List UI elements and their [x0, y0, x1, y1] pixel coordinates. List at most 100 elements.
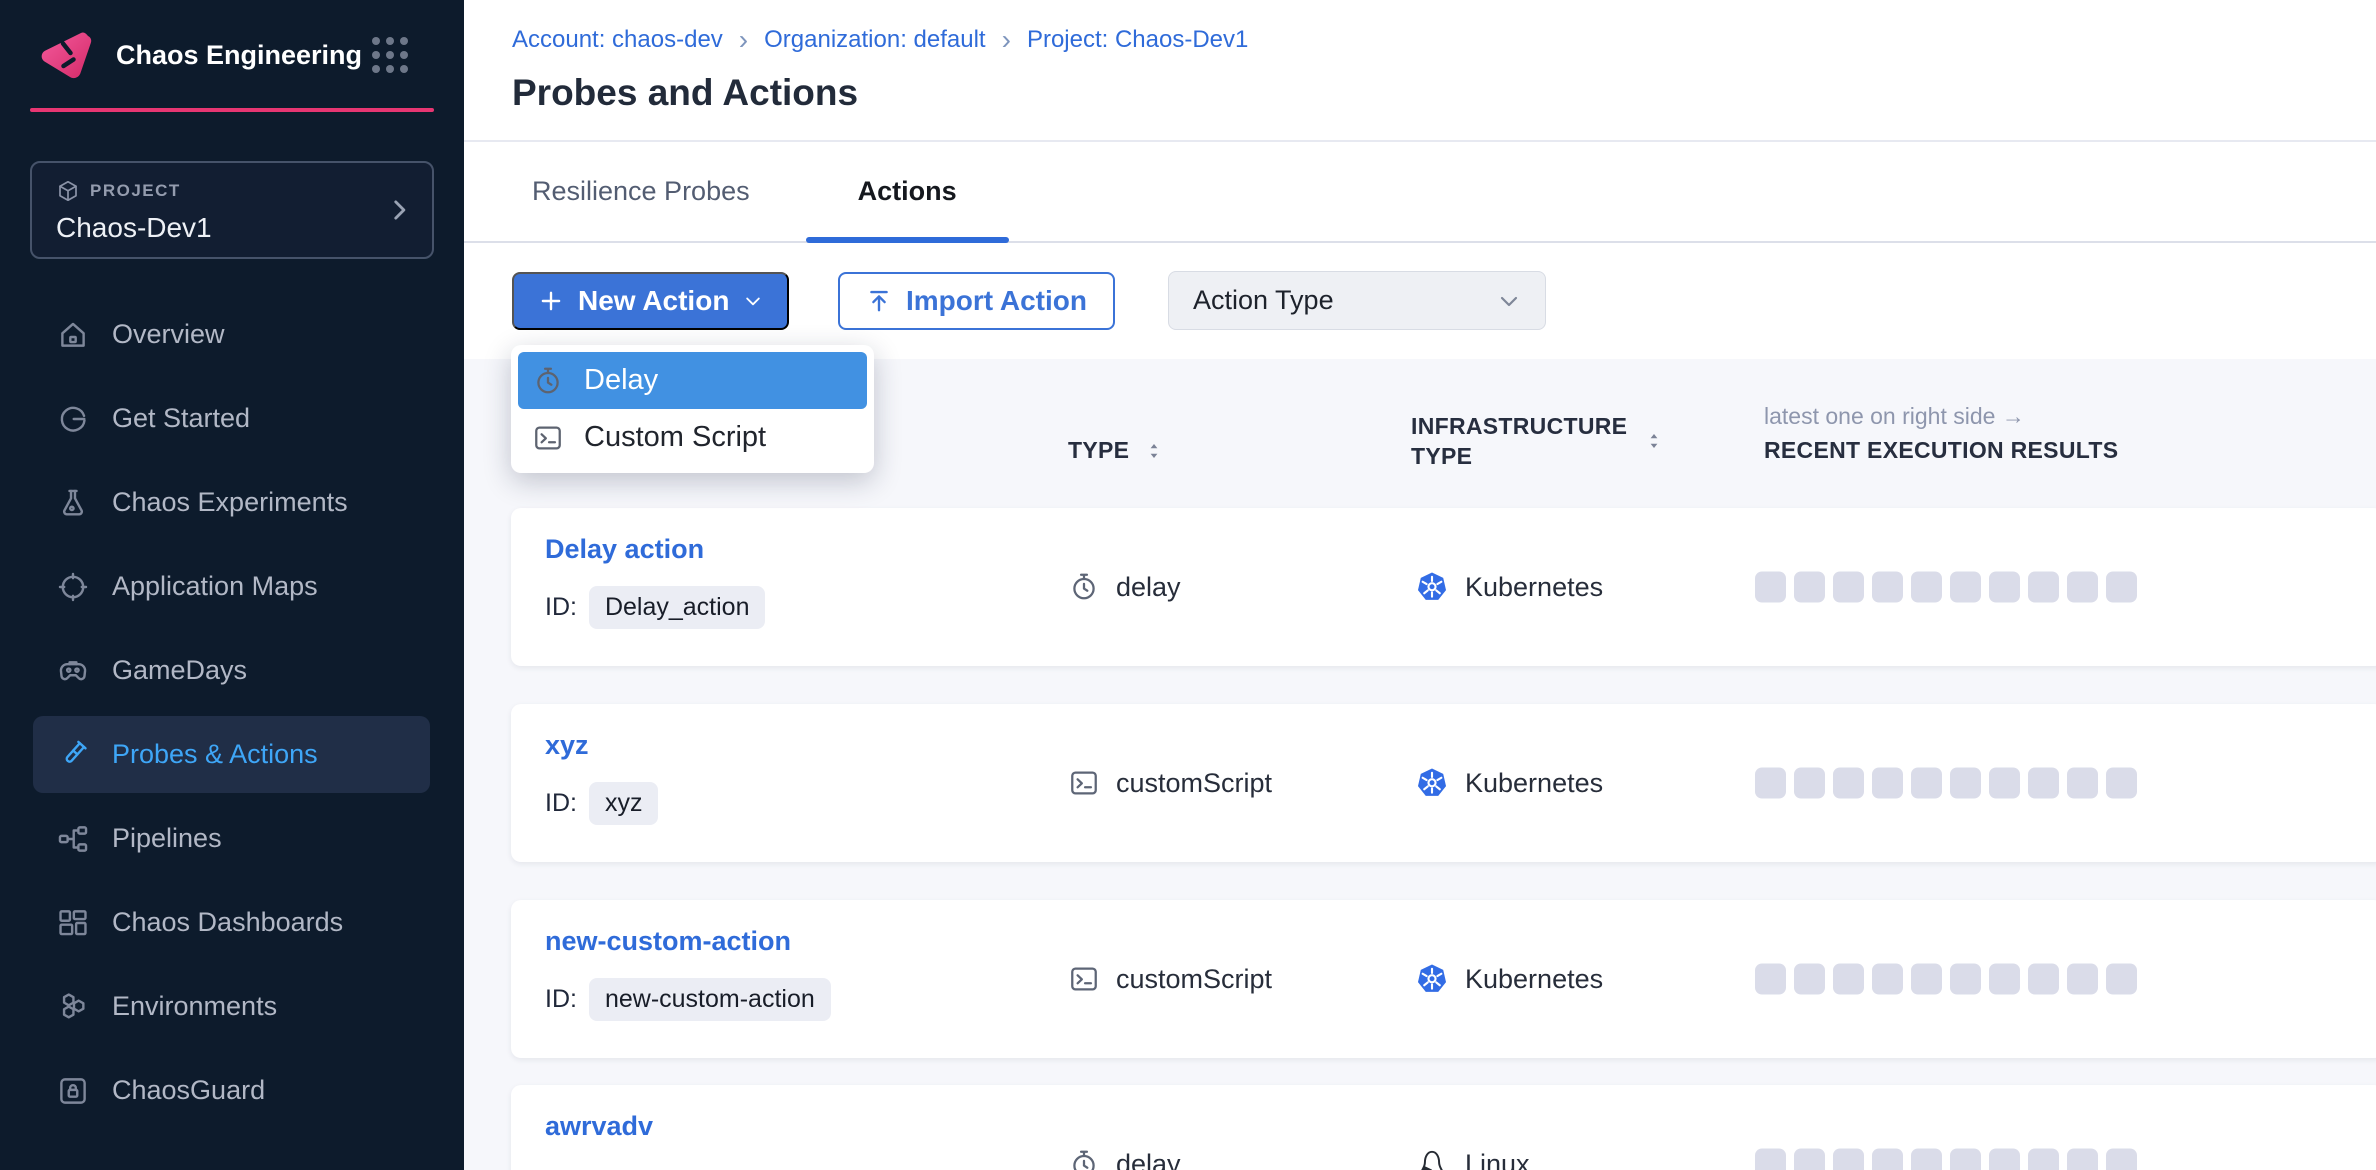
sidebar-item-application-maps[interactable]: Application Maps [33, 548, 430, 625]
column-header-infrastructure: INFRASTRUCTURE TYPE [1411, 411, 1711, 471]
harness-chaos-logo-icon [34, 26, 96, 84]
recent-results-cell [1755, 572, 2137, 603]
type-cell: customScript [1068, 963, 1272, 995]
table-row: awrvadv delay Linux [511, 1085, 2376, 1170]
execution-result-placeholder [1872, 964, 1903, 995]
action-id-row: ID: new-custom-action [545, 978, 871, 1021]
execution-result-placeholder [2106, 1149, 2137, 1170]
sidebar: Chaos Engineering PROJECT Chaos-Dev1 Ove… [0, 0, 464, 1170]
pipeline-icon [56, 822, 90, 856]
actions-table: TYPE INFRASTRUCTURE TYPE latest one on r… [464, 359, 2376, 1170]
page-title: Probes and Actions [512, 72, 858, 114]
sidebar-item-environments[interactable]: Environments [33, 968, 430, 1045]
copy-icon[interactable] [777, 594, 805, 622]
sidebar-item-label: Chaos Dashboards [112, 907, 343, 938]
infrastructure-cell: Kubernetes [1415, 766, 1603, 800]
sidebar-item-chaos-experiments[interactable]: Chaos Experiments [33, 464, 430, 541]
execution-result-placeholder [1872, 572, 1903, 603]
linux-icon [1415, 1147, 1449, 1170]
breadcrumb: Account: chaos-dev › Organization: default… [512, 26, 1248, 54]
execution-result-placeholder [1989, 1149, 2020, 1170]
breadcrumb-link[interactable]: Organization: default [764, 26, 985, 54]
lock-icon [56, 1074, 90, 1108]
copy-icon[interactable] [843, 986, 871, 1014]
get-started-icon [56, 402, 90, 436]
menu-item-custom-script[interactable]: Custom Script [518, 409, 867, 466]
action-id-value: Delay_action [589, 586, 766, 629]
recent-results-cell [1755, 964, 2137, 995]
copy-icon[interactable] [670, 790, 698, 818]
sidebar-item-probes-actions[interactable]: Probes & Actions [33, 716, 430, 793]
home-icon [56, 318, 90, 352]
sort-icon[interactable] [1143, 440, 1165, 462]
sort-icon[interactable] [1643, 430, 1665, 452]
new-action-label: New Action [578, 285, 729, 317]
module-grid-icon[interactable] [372, 37, 408, 73]
execution-result-placeholder [1872, 768, 1903, 799]
execution-result-placeholder [2028, 1149, 2059, 1170]
execution-result-placeholder [1911, 572, 1942, 603]
id-label: ID: [545, 789, 577, 818]
tab-resilience-probes[interactable]: Resilience Probes [520, 142, 762, 241]
tab-actions[interactable]: Actions [806, 142, 1009, 241]
execution-result-placeholder [1911, 768, 1942, 799]
menu-item-delay[interactable]: Delay [518, 352, 867, 409]
sidebar-item-label: Environments [112, 991, 277, 1022]
sidebar-item-label: Probes & Actions [112, 739, 318, 770]
chevron-down-icon [743, 291, 763, 311]
execution-result-placeholder [1872, 1149, 1903, 1170]
import-action-button[interactable]: Import Action [838, 272, 1115, 330]
execution-result-placeholder [1833, 768, 1864, 799]
test-tube-icon [56, 738, 90, 772]
action-name-link[interactable]: xyz [545, 730, 589, 761]
sidebar-item-label: Application Maps [112, 571, 318, 602]
project-selector[interactable]: PROJECT Chaos-Dev1 [30, 161, 434, 259]
action-id-value: new-custom-action [589, 978, 831, 1021]
execution-result-placeholder [1794, 1149, 1825, 1170]
execution-result-placeholder [2028, 964, 2059, 995]
stopwatch-icon [1068, 1148, 1100, 1170]
id-label: ID: [545, 593, 577, 622]
main-content: Account: chaos-dev › Organization: default… [464, 0, 2376, 1170]
execution-result-placeholder [1794, 572, 1825, 603]
kubernetes-icon [1415, 962, 1449, 996]
sidebar-item-get-started[interactable]: Get Started [33, 380, 430, 457]
sidebar-item-chaosguard[interactable]: ChaosGuard [33, 1052, 430, 1129]
results-note: latest one on right side → [1764, 403, 2025, 430]
column-header-type: TYPE [1068, 437, 1165, 464]
chevron-down-icon [1497, 289, 1521, 313]
sidebar-item-label: GameDays [112, 655, 247, 686]
brand-divider [30, 108, 434, 112]
execution-result-placeholder [1755, 964, 1786, 995]
sidebar-item-label: Pipelines [112, 823, 222, 854]
new-action-button[interactable]: New Action [512, 272, 789, 330]
action-name-link[interactable]: Delay action [545, 534, 704, 565]
action-type-filter[interactable]: Action Type [1168, 271, 1546, 330]
breadcrumb-separator-icon: › [739, 28, 748, 52]
flask-icon [56, 486, 90, 520]
action-name-link[interactable]: new-custom-action [545, 926, 791, 957]
breadcrumb-link[interactable]: Account: chaos-dev [512, 26, 723, 54]
execution-result-placeholder [2067, 572, 2098, 603]
execution-result-placeholder [1755, 768, 1786, 799]
upload-icon [866, 288, 892, 314]
type-value: customScript [1116, 964, 1272, 995]
action-id-value: xyz [589, 782, 659, 825]
infrastructure-cell: Kubernetes [1415, 570, 1603, 604]
infrastructure-value: Kubernetes [1465, 768, 1603, 799]
execution-result-placeholder [1989, 768, 2020, 799]
sidebar-item-chaos-dashboards[interactable]: Chaos Dashboards [33, 884, 430, 961]
execution-result-placeholder [1755, 572, 1786, 603]
execution-result-placeholder [2106, 964, 2137, 995]
app-root: Chaos Engineering PROJECT Chaos-Dev1 Ove… [0, 0, 2376, 1170]
recent-results-cell [1755, 768, 2137, 799]
sidebar-item-overview[interactable]: Overview [33, 296, 430, 373]
sidebar-nav: Overview Get Started Chaos Experiments A… [0, 296, 464, 1129]
execution-result-placeholder [1989, 572, 2020, 603]
sidebar-item-gamedays[interactable]: GameDays [33, 632, 430, 709]
sidebar-item-pipelines[interactable]: Pipelines [33, 800, 430, 877]
breadcrumb-link[interactable]: Project: Chaos-Dev1 [1027, 26, 1248, 54]
action-name-link[interactable]: awrvadv [545, 1111, 653, 1142]
project-name: Chaos-Dev1 [56, 212, 408, 244]
sidebar-item-label: Overview [112, 319, 225, 350]
